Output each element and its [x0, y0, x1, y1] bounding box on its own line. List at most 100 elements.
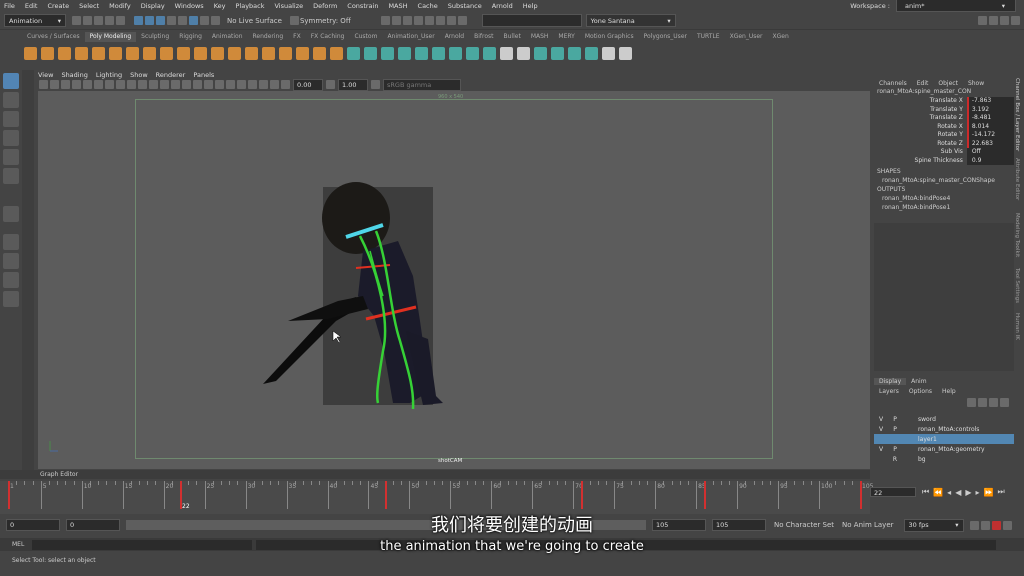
layer-row[interactable]: V Pronan_MtoA:geometry	[874, 444, 1014, 454]
crease-icon[interactable]	[483, 46, 496, 60]
poly-disc-icon[interactable]	[126, 46, 139, 60]
smooth-shade-icon[interactable]	[160, 80, 169, 89]
layer-playback[interactable]: P	[888, 446, 902, 453]
select-component-icon[interactable]	[156, 16, 165, 25]
xray-joints-icon[interactable]	[270, 80, 279, 89]
node-name[interactable]: ronan_MtoA:spine_master_CON	[874, 88, 1014, 97]
gear-icon[interactable]	[978, 16, 987, 25]
gamma-field[interactable]: 1.00	[338, 78, 368, 91]
input-line-field[interactable]	[481, 14, 582, 27]
camera-attr-icon[interactable]	[50, 80, 59, 89]
channel-value[interactable]: -8.481	[966, 114, 1014, 123]
menu-visualize[interactable]: Visualize	[275, 2, 304, 10]
poly-torus-icon[interactable]	[92, 46, 105, 60]
depth-of-field-icon[interactable]	[237, 80, 246, 89]
output-node[interactable]: ronan_MtoA:bindPose1	[874, 204, 1014, 213]
sew-icon[interactable]	[602, 46, 615, 60]
mirror-icon[interactable]	[262, 46, 275, 60]
layer-name[interactable]: ronan_MtoA:geometry	[918, 446, 985, 453]
cylindrical-map-icon[interactable]	[534, 46, 547, 60]
menu-arnold[interactable]: Arnold	[492, 2, 513, 10]
menu-help[interactable]: Help	[523, 2, 538, 10]
scale-tool-icon[interactable]	[3, 168, 19, 184]
persp-graph-layout-icon[interactable]	[3, 272, 19, 288]
move-layer-up-icon[interactable]	[967, 397, 976, 407]
folder-icon[interactable]	[72, 16, 81, 25]
resolution-gate-icon[interactable]	[105, 80, 114, 89]
shelf-tab[interactable]: Custom	[349, 32, 382, 42]
camera-select-icon[interactable]	[39, 80, 48, 89]
layer-row[interactable]: Rbg	[874, 454, 1014, 464]
channel-row[interactable]: Translate Z -8.481	[874, 114, 1014, 123]
output-node[interactable]: ronan_MtoA:bindPose4	[874, 195, 1014, 204]
shelf-tab[interactable]: Curves / Surfaces	[22, 32, 85, 42]
select-hierarchy-icon[interactable]	[134, 16, 143, 25]
attribute-icon[interactable]	[1011, 16, 1020, 25]
channel-value[interactable]: -7.863	[966, 97, 1014, 106]
symmetry-label[interactable]: Symmetry: Off	[300, 17, 351, 25]
render-settings-icon[interactable]	[413, 16, 423, 25]
bookmark-icon[interactable]	[61, 80, 70, 89]
vp-menu-panels[interactable]: Panels	[193, 71, 214, 79]
layer-row-selected[interactable]: layer1	[874, 434, 1014, 444]
current-frame-field[interactable]: 22	[870, 487, 916, 497]
film-gate-icon[interactable]	[94, 80, 103, 89]
vp-menu-renderer[interactable]: Renderer	[156, 71, 186, 79]
snap-curve-icon[interactable]	[178, 16, 187, 25]
channel-row[interactable]: Rotate Y -14.172	[874, 131, 1014, 140]
last-tool-icon[interactable]	[3, 206, 19, 222]
go-to-end-icon[interactable]: ⏭	[997, 487, 1004, 497]
shelf-tab-active[interactable]: Poly Modeling	[84, 32, 137, 42]
move-tool-icon[interactable]	[3, 130, 19, 146]
poly-cube-icon[interactable]	[41, 46, 54, 60]
layer-name[interactable]: ronan_MtoA:controls	[918, 426, 979, 433]
grid-icon[interactable]	[83, 80, 92, 89]
keyframe-marker[interactable]	[581, 481, 584, 509]
uv-editor-icon[interactable]	[500, 46, 513, 60]
render-frame-icon[interactable]	[380, 16, 390, 25]
layer-name[interactable]: layer1	[918, 436, 937, 443]
shelf-tab[interactable]: Polygons_User	[639, 32, 692, 42]
new-empty-layer-icon[interactable]	[989, 397, 998, 407]
shadows-icon[interactable]	[193, 80, 202, 89]
graph-editor-bar[interactable]: Graph Editor	[0, 470, 870, 479]
isolate-select-icon[interactable]	[248, 80, 257, 89]
step-forward-key-icon[interactable]: ⏩	[984, 488, 994, 497]
cb-menu-show[interactable]: Show	[968, 80, 984, 87]
exposure-field[interactable]: 0.00	[293, 78, 323, 91]
platonic-icon[interactable]	[143, 46, 156, 60]
separate-icon[interactable]	[211, 46, 224, 60]
symmetry-icon[interactable]	[289, 16, 299, 25]
quad-draw-icon[interactable]	[398, 46, 411, 60]
mode-dropdown[interactable]: Animation ▾	[4, 14, 66, 27]
magnet-icon[interactable]	[211, 16, 220, 25]
shelf-tab[interactable]: Sculpting	[136, 32, 174, 42]
shelf-tab[interactable]: XGen	[768, 32, 794, 42]
menu-file[interactable]: File	[4, 2, 15, 10]
shelf-tab[interactable]: Arnold	[440, 32, 469, 42]
keyframe-marker[interactable]	[384, 481, 387, 509]
menu-constrain[interactable]: Constrain	[347, 2, 378, 10]
menu-edit[interactable]: Edit	[25, 2, 38, 10]
lights-icon[interactable]	[182, 80, 191, 89]
shelf-tab[interactable]: Bullet	[499, 32, 526, 42]
menu-playback[interactable]: Playback	[235, 2, 264, 10]
menu-deform[interactable]: Deform	[313, 2, 337, 10]
channel-value[interactable]: 0.9	[966, 156, 1014, 165]
ambient-occlusion-icon[interactable]	[204, 80, 213, 89]
step-back-key-icon[interactable]: ⏪	[933, 488, 943, 497]
xray-icon[interactable]	[259, 80, 268, 89]
shelf-tab[interactable]: Animation	[207, 32, 248, 42]
layer-playback[interactable]: P	[888, 416, 902, 423]
new-layer-selected-icon[interactable]	[1000, 397, 1009, 407]
keyframe-marker[interactable]	[704, 481, 707, 509]
select-tool-icon[interactable]	[3, 73, 19, 89]
extrude-icon[interactable]	[279, 46, 292, 60]
outliner-side-tab[interactable]	[22, 70, 34, 470]
play-backward-icon[interactable]: ◀	[955, 488, 961, 497]
side-tab-channel-box[interactable]: Channel Box / Layer Editor	[1014, 78, 1020, 158]
antialias-icon[interactable]	[226, 80, 235, 89]
channel-value[interactable]: 3.192	[966, 105, 1014, 114]
connect-icon[interactable]	[381, 46, 394, 60]
channel-value[interactable]: 8.014	[966, 122, 1014, 131]
